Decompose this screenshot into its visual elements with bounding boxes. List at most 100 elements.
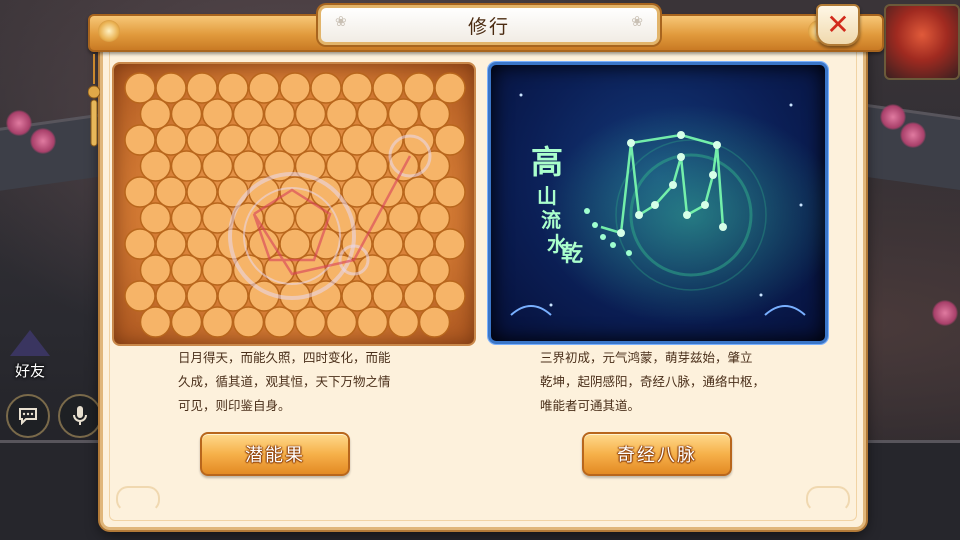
fruit-slot [248, 72, 280, 104]
fruit-slot [139, 306, 172, 338]
potential-fruit-button[interactable]: 潜能果 [200, 432, 350, 476]
fruit-slot [186, 176, 218, 208]
fruit-slot [372, 280, 404, 312]
fruit-slot [372, 176, 404, 208]
fruit-slot [170, 254, 203, 286]
fruit-slot [387, 306, 420, 338]
fruit-slot [232, 306, 265, 338]
fruit-slot [124, 72, 156, 104]
meridian-description: 三界初成，元气鸿蒙，萌芽兹始，肇立 乾坤，起阴感阳，奇经八脉，通络中枢， 唯能者… [540, 346, 765, 418]
fruit-slot [325, 150, 358, 182]
fruit-slot [124, 228, 156, 260]
potential-fruit-button-label: 潜能果 [245, 445, 305, 466]
fruit-slot [232, 98, 265, 130]
fruit-slot [217, 176, 249, 208]
fruit-slot [403, 280, 435, 312]
fruit-slot [434, 280, 466, 312]
fruit-slot [325, 98, 358, 130]
fruit-slot [403, 228, 435, 260]
tassel-ornament [88, 54, 100, 147]
fruit-slot [418, 150, 451, 182]
fruit-slot [201, 98, 234, 130]
fruit-slot [139, 150, 172, 182]
fruit-slot [155, 176, 187, 208]
fruit-slot [186, 124, 218, 156]
fruit-slot [310, 124, 342, 156]
player-avatar[interactable] [884, 4, 960, 80]
dialog-title: 修行 [467, 15, 510, 38]
fruit-slot [387, 254, 420, 286]
description-line: 久成，循其道，观其恒，天下万物之情 [178, 374, 391, 389]
fruit-slot [201, 306, 234, 338]
fruit-slot [217, 124, 249, 156]
fruit-slot [356, 98, 389, 130]
fruit-slot [170, 150, 203, 182]
fruit-slot [387, 98, 420, 130]
fruit-slot [434, 176, 466, 208]
fruit-slot [170, 202, 203, 234]
fruit-slot [434, 228, 466, 260]
description-line: 日月得天，而能久照，四时变化，而能 [178, 350, 391, 365]
fruit-slot [170, 98, 203, 130]
fruit-slot [294, 306, 327, 338]
calligraphy-char: 山 [537, 184, 557, 208]
description-line: 唯能者可通其道。 [540, 398, 641, 413]
friend-hat-icon [10, 330, 50, 356]
fruit-slot [263, 306, 296, 338]
meridian-button-label: 奇经八脉 [617, 445, 697, 466]
close-icon: ✕ [826, 8, 850, 41]
calligraphy-char: 乾 [561, 241, 583, 267]
fruit-slot [418, 254, 451, 286]
fruit-slot [155, 228, 187, 260]
meridian-button[interactable]: 奇经八脉 [582, 432, 732, 476]
fruit-slot [263, 98, 296, 130]
close-button[interactable]: ✕ [816, 4, 860, 46]
fruit-slot [372, 72, 404, 104]
fruit-slot [418, 306, 451, 338]
description-line: 乾坤，起阴感阳，奇经八脉，通络中枢， [540, 374, 766, 389]
fruit-slot [294, 98, 327, 130]
fruit-slot [403, 72, 435, 104]
fruit-slot [263, 202, 296, 234]
fruit-slot [341, 124, 373, 156]
title-cloud-ornament: ❀ [631, 14, 643, 30]
fruit-slot [418, 202, 451, 234]
fruit-slot [356, 306, 389, 338]
fruit-slot [434, 72, 466, 104]
fruit-slot [387, 202, 420, 234]
friends-label: 好友 [14, 362, 45, 380]
potential-fruit-description: 日月得天，而能久照，四时变化，而能 久成，循其道，观其恒，天下万物之情 可见，则… [178, 346, 391, 418]
description-line: 三界初成，元气鸿蒙，萌芽兹始，肇立 [540, 350, 753, 365]
fruit-slot [155, 72, 187, 104]
corner-cloud-ornament [116, 486, 160, 512]
fruit-slot [372, 228, 404, 260]
fruit-slot [356, 150, 389, 182]
potential-fruit-art [112, 62, 476, 346]
fruit-slot [186, 228, 218, 260]
meridian-constellation-art: 高 山 流 水 乾 [488, 62, 828, 344]
fruit-slot [124, 176, 156, 208]
header-ornament-left [98, 20, 120, 42]
description-line: 可见，则印鉴自身。 [178, 398, 291, 413]
fruit-slot [434, 124, 466, 156]
chat-bubble-icon[interactable] [6, 394, 50, 438]
fruit-slot [139, 98, 172, 130]
fruit-slot [124, 280, 156, 312]
fruit-slot [155, 280, 187, 312]
fruit-slot [186, 72, 218, 104]
fruit-slot [139, 254, 172, 286]
friends-button[interactable]: 好友 [0, 330, 60, 381]
fruit-slot [201, 254, 234, 286]
fruit-slot [418, 98, 451, 130]
fruit-slot [217, 72, 249, 104]
fruit-slot [310, 72, 342, 104]
fruit-slot [139, 202, 172, 234]
fruit-slot [155, 124, 187, 156]
fruit-slot [186, 280, 218, 312]
title-cloud-ornament: ❀ [335, 14, 347, 30]
fruit-slot [279, 72, 311, 104]
constellation-drawing: 高 山 流 水 乾 [510, 93, 825, 325]
microphone-icon[interactable] [58, 394, 102, 438]
fruit-slot [279, 124, 311, 156]
corner-cloud-ornament [806, 486, 850, 512]
